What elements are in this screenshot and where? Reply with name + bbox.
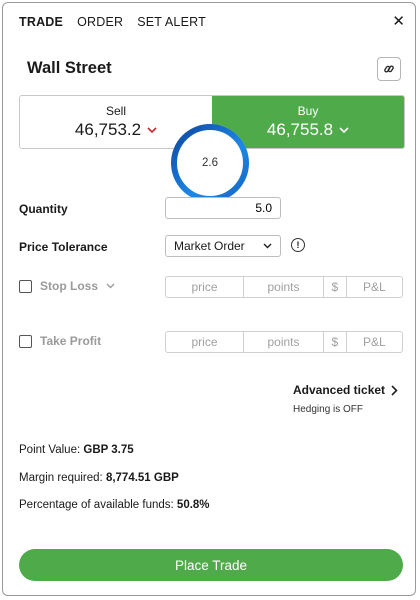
price-tolerance-label: Price Tolerance: [19, 240, 108, 254]
take-profit-currency-label: $: [324, 332, 347, 352]
price-tolerance-value: Market Order: [174, 239, 245, 253]
stop-loss-fields: price points $ P&L: [165, 276, 403, 298]
sell-label: Sell: [105, 104, 126, 118]
take-profit-price-field[interactable]: price: [166, 332, 245, 352]
take-profit-label: Take Profit: [40, 334, 102, 348]
sell-price: 46,753.2: [74, 120, 142, 139]
trade-ticket-panel: TRADE ORDER SET ALERT ✕ Wall Street Sell…: [2, 2, 416, 596]
price-tolerance-select[interactable]: Market Order: [165, 235, 281, 257]
link-button[interactable]: [377, 57, 401, 81]
stop-loss-pnl-field[interactable]: P&L: [347, 277, 402, 297]
take-profit-points-field[interactable]: points: [244, 332, 324, 352]
stop-loss-price-field[interactable]: price: [166, 277, 245, 297]
quantity-input[interactable]: [165, 197, 281, 219]
buy-label: Buy: [297, 104, 319, 118]
market-title: Wall Street: [27, 59, 112, 77]
quantity-label: Quantity: [19, 202, 68, 216]
advanced-ticket-label: Advanced ticket: [293, 383, 386, 397]
ticket-tabs: TRADE ORDER SET ALERT: [19, 15, 206, 29]
margin-line: Margin required: 8,774.51 GBP: [19, 472, 179, 484]
stop-loss-currency-label: $: [324, 277, 347, 297]
take-profit-pnl-field[interactable]: P&L: [347, 332, 402, 352]
funds-label: Percentage of available funds:: [19, 499, 174, 511]
chevron-down-icon[interactable]: [106, 283, 115, 289]
chevron-down-icon: [147, 126, 157, 133]
close-icon[interactable]: ✕: [392, 12, 405, 30]
advanced-ticket-link[interactable]: Advanced ticket: [293, 383, 398, 397]
info-icon[interactable]: !: [291, 238, 305, 252]
point-value-line: Point Value: GBP 3.75: [19, 444, 134, 456]
stop-loss-checkbox[interactable]: [19, 279, 32, 293]
chevron-down-icon: [263, 243, 272, 249]
tab-trade[interactable]: TRADE: [19, 15, 63, 29]
margin-label: Margin required:: [19, 472, 103, 484]
buy-price: 46,755.8: [266, 120, 334, 139]
tab-set-alert[interactable]: SET ALERT: [137, 15, 206, 29]
spread-value: 2.6: [202, 157, 218, 169]
tab-order[interactable]: ORDER: [77, 15, 123, 29]
link-icon: [384, 65, 394, 73]
stop-loss-points-field[interactable]: points: [244, 277, 324, 297]
funds-value: 50.8%: [176, 499, 210, 511]
place-trade-button[interactable]: Place Trade: [19, 549, 403, 581]
stop-loss-row: Stop Loss: [19, 279, 115, 293]
margin-value: 8,774.51 GBP: [105, 472, 179, 484]
funds-line: Percentage of available funds: 50.8%: [19, 499, 210, 511]
point-value: GBP 3.75: [83, 444, 134, 456]
stop-loss-label: Stop Loss: [40, 279, 99, 293]
take-profit-row: Take Profit: [19, 334, 101, 348]
point-value-label: Point Value:: [19, 444, 81, 456]
chevron-down-icon: [339, 126, 349, 133]
hedging-status: Hedging is OFF: [293, 404, 364, 415]
take-profit-fields: price points $ P&L: [165, 331, 403, 353]
spread-indicator: 2.6: [166, 119, 254, 207]
take-profit-checkbox[interactable]: [19, 334, 32, 348]
chevron-right-icon: [391, 384, 398, 396]
